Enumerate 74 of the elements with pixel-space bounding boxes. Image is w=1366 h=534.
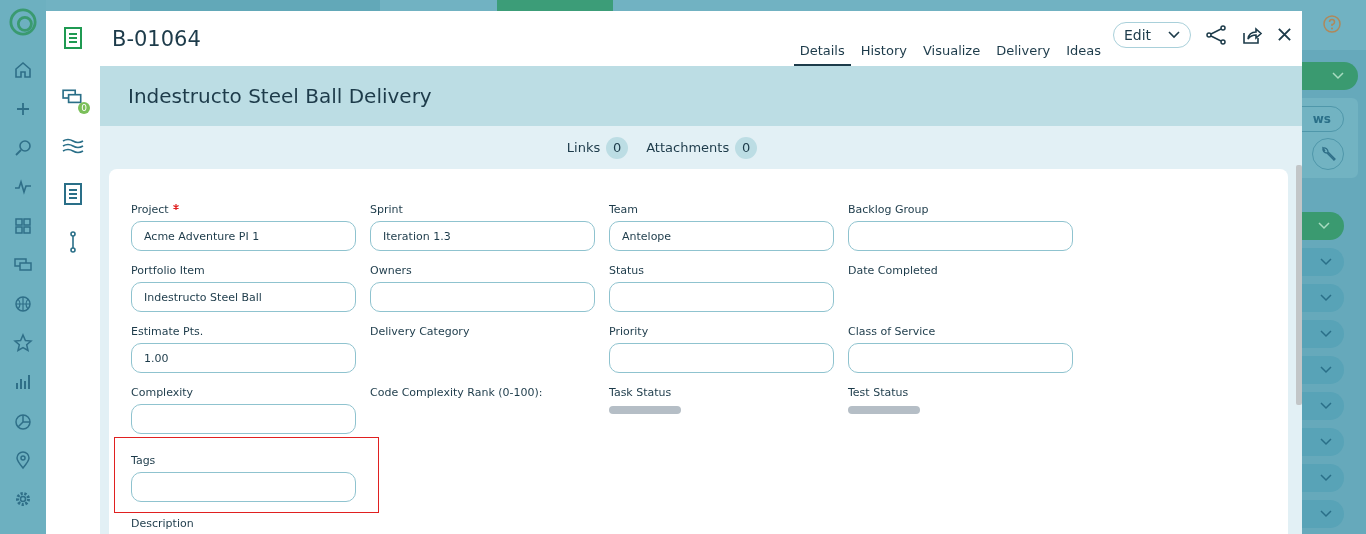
input-field[interactable]: 1.00 [131,343,356,373]
field-label: Status [609,264,645,277]
loading-bar [609,406,681,414]
count-badge: 0 [78,102,90,114]
input-field[interactable] [131,472,356,502]
scrollbar[interactable] [1296,165,1302,405]
field-label: Portfolio Item [131,264,205,277]
count-badge: 0 [606,136,629,159]
item-title: Indestructo Steel Ball Delivery [128,84,432,108]
header-tab[interactable] [497,0,613,12]
field-label: Class of Service [848,325,936,338]
ball-icon[interactable] [13,294,33,314]
input-field[interactable] [370,282,595,312]
chevron-icon [1332,72,1344,80]
counter-label[interactable]: Links [566,140,601,155]
field-label: Complexity [131,386,194,399]
star-icon[interactable] [13,333,33,353]
chevron-icon [1320,330,1332,338]
document-icon [62,26,84,50]
input-field[interactable] [848,343,1073,373]
share-icon[interactable] [1205,23,1227,46]
document-icon [62,182,84,206]
input-field[interactable]: Iteration 1.3 [370,221,595,251]
chevron-icon [1320,510,1332,518]
counter-label[interactable]: Attachments [646,140,730,155]
help-icon[interactable] [1322,14,1342,34]
field-label: Priority [609,325,649,338]
grid-icon[interactable] [13,216,33,236]
field-label: Project [131,203,169,216]
settings-icon[interactable] [13,489,33,509]
chevron-icon [1320,258,1332,266]
input-field[interactable] [848,221,1073,251]
tab[interactable]: Ideas [1060,43,1107,66]
home-icon[interactable] [13,60,33,80]
loading-bar [848,406,920,414]
chevron-icon [1320,294,1332,302]
field-label: Delivery Category [370,325,470,338]
field-label: Owners [370,264,412,277]
field-label: Test Status [848,386,909,399]
field-label: Tags [131,454,156,467]
chevron-icon [1320,438,1332,446]
tab[interactable]: History [854,43,913,66]
field-label: Description [131,517,194,530]
chevron-icon [1320,474,1332,482]
location-pin-icon[interactable] [13,450,33,470]
tab[interactable]: Visualize [916,43,987,66]
field-label: Date Completed [848,264,938,277]
chevron-icon [1320,366,1332,374]
field-label: Team [609,203,639,216]
chevron-icon [1318,222,1330,230]
count-badge: 0 [735,136,758,159]
field-label: Backlog Group [848,203,929,216]
input-field[interactable] [131,404,356,434]
field-label: Task Status [609,386,672,399]
field-label: Estimate Pts. [131,325,204,338]
field-label: Code Complexity Rank (0-100): [370,386,543,399]
pie-chart-icon[interactable] [13,411,33,431]
chain-icon [70,231,76,253]
edit-dropdown[interactable]: Edit [1113,21,1191,48]
close-icon[interactable] [1277,27,1292,42]
caret-icon [1168,30,1180,39]
tab[interactable]: Delivery [990,43,1057,66]
input-field[interactable] [609,282,834,312]
input-field[interactable] [609,343,834,373]
logo-icon[interactable] [9,8,37,36]
input-field[interactable]: Acme Adventure PI 1 [131,221,356,251]
chevron-icon [1320,402,1332,410]
bar-chart-icon[interactable] [13,372,33,392]
header-tab[interactable] [130,0,380,12]
item-id: B-01064 [112,26,201,51]
field-label: Sprint [370,203,403,216]
input-field[interactable]: Antelope [609,221,834,251]
search-icon[interactable] [13,138,33,158]
input-field[interactable]: Indestructo Steel Ball [131,282,356,312]
